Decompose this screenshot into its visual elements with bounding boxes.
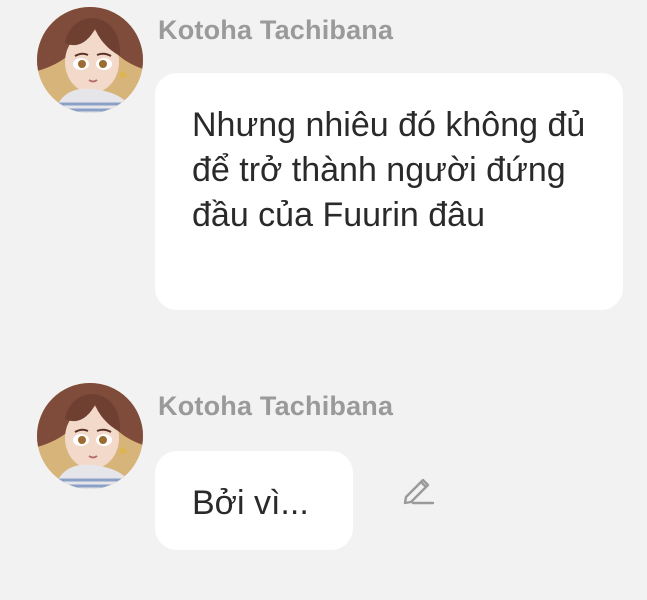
message-bubble[interactable]: Bởi vì...: [155, 451, 353, 550]
sender-name: Kotoha Tachibana: [158, 391, 394, 421]
message-bubble[interactable]: Nhưng nhiêu đó không đủ để trở thành ngư…: [155, 73, 623, 310]
pencil-edit-icon[interactable]: [399, 470, 437, 508]
sender-name: Kotoha Tachibana: [158, 15, 394, 45]
message-text: Bởi vì...: [192, 484, 309, 522]
avatar[interactable]: [37, 383, 143, 489]
message-text: Nhưng nhiêu đó không đủ để trở thành ngư…: [192, 106, 586, 234]
avatar[interactable]: [37, 7, 143, 113]
